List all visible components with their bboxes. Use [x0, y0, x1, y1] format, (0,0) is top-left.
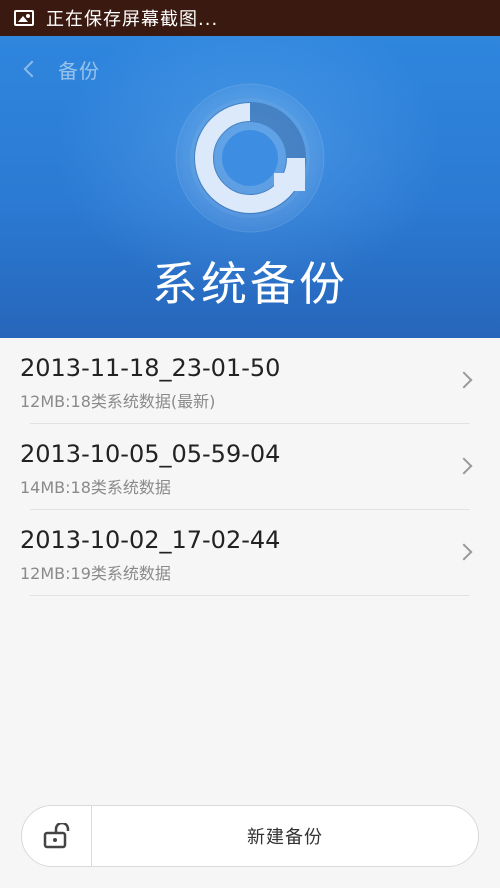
- new-backup-button[interactable]: 新建备份: [92, 806, 478, 866]
- back-label: 备份: [58, 58, 100, 83]
- page-title: 系统备份: [152, 257, 348, 311]
- screen: 正在保存屏幕截图... 备份 系统备份 2013-11-18_23-01-50 …: [0, 0, 500, 888]
- unlock-icon: [43, 823, 69, 849]
- status-bar: 正在保存屏幕截图...: [0, 0, 500, 36]
- backup-title: 2013-10-02_17-02-44: [20, 526, 281, 554]
- divider: [30, 595, 470, 596]
- screenshot-icon: [14, 10, 34, 26]
- backup-title: 2013-11-18_23-01-50: [20, 354, 281, 382]
- header: 备份 系统备份: [0, 36, 500, 338]
- chevron-right-icon: [455, 371, 473, 389]
- bottom-action-bar: 新建备份: [21, 805, 479, 867]
- list-item[interactable]: 2013-11-18_23-01-50 12MB:18类系统数据(最新): [0, 338, 500, 424]
- lock-button[interactable]: [22, 806, 92, 866]
- chevron-right-icon: [455, 543, 473, 561]
- backup-subtitle: 12MB:18类系统数据(最新): [20, 392, 216, 411]
- status-text: 正在保存屏幕截图...: [46, 9, 219, 30]
- backup-subtitle: 14MB:18类系统数据: [20, 478, 171, 497]
- back-button[interactable]: 备份: [20, 54, 100, 84]
- chevron-left-icon: [23, 60, 41, 78]
- backup-subtitle: 12MB:19类系统数据: [20, 564, 171, 583]
- backup-list: 2013-11-18_23-01-50 12MB:18类系统数据(最新) 201…: [0, 338, 500, 596]
- list-item[interactable]: 2013-10-02_17-02-44 12MB:19类系统数据: [0, 510, 500, 596]
- backup-title: 2013-10-05_05-59-04: [20, 440, 281, 468]
- backup-logo-icon: [174, 82, 326, 234]
- list-item[interactable]: 2013-10-05_05-59-04 14MB:18类系统数据: [0, 424, 500, 510]
- chevron-right-icon: [455, 457, 473, 475]
